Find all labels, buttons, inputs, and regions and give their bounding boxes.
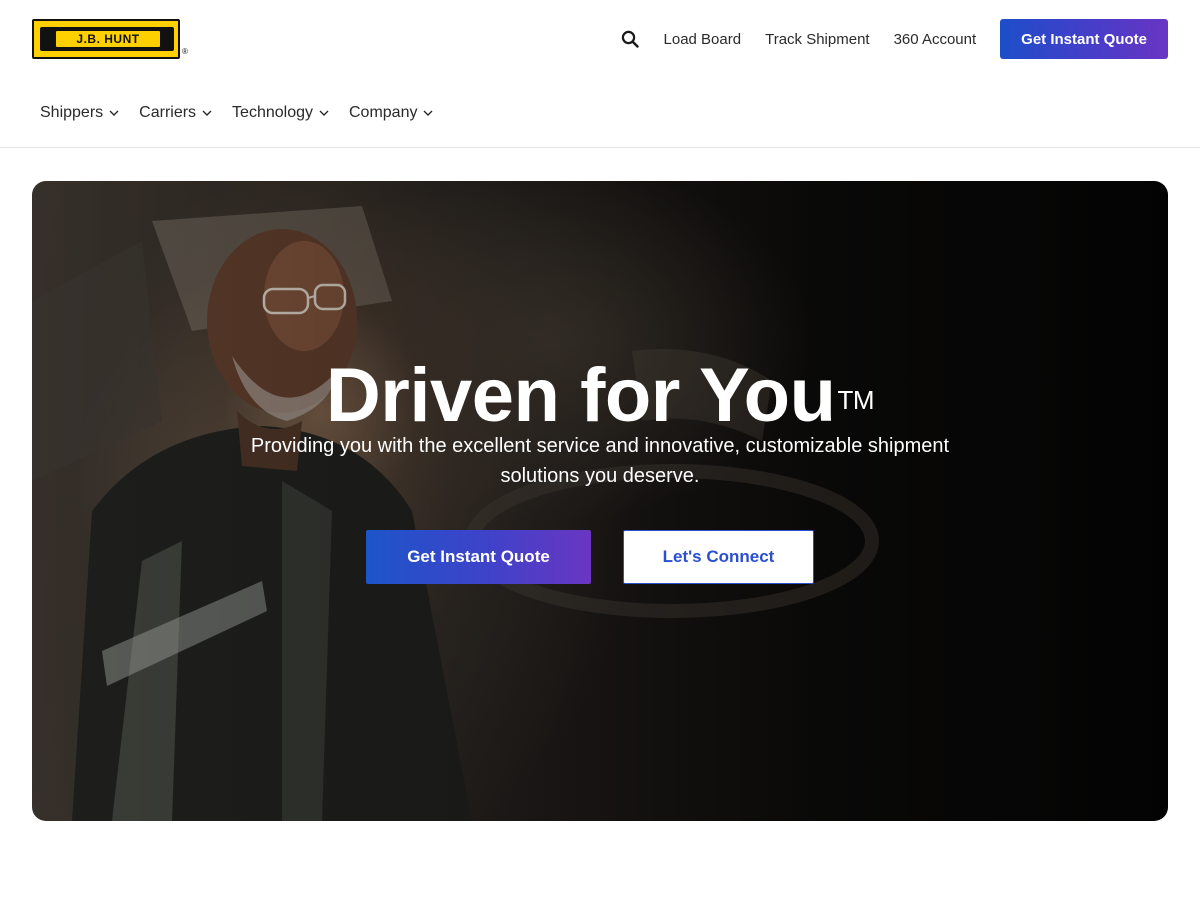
logo-text: J.B. HUNT xyxy=(56,31,160,47)
track-shipment-link[interactable]: Track Shipment xyxy=(765,31,869,48)
main-nav: Shippers Carriers Technology Company xyxy=(0,78,1200,148)
logo-badge: J.B. HUNT xyxy=(32,19,180,59)
search-icon[interactable] xyxy=(620,29,640,49)
hero-title-text: Driven for You xyxy=(325,353,836,438)
chevron-down-icon xyxy=(202,108,212,118)
nav-item-label: Technology xyxy=(232,104,313,121)
jb-hunt-logo[interactable]: J.B. HUNT ® xyxy=(32,19,192,61)
site-header: J.B. HUNT ® Load Board Track Shipment 36… xyxy=(0,0,1200,78)
nav-item-carriers[interactable]: Carriers xyxy=(139,102,212,124)
registered-mark: ® xyxy=(182,47,188,56)
header-get-instant-quote-button[interactable]: Get Instant Quote xyxy=(1000,19,1168,59)
utility-nav: Load Board Track Shipment 360 Account Ge… xyxy=(620,19,1168,59)
chevron-down-icon xyxy=(319,108,329,118)
nav-item-label: Carriers xyxy=(139,104,197,121)
nav-item-shippers[interactable]: Shippers xyxy=(40,102,119,124)
logo-stripes: J.B. HUNT xyxy=(40,27,174,51)
nav-item-technology[interactable]: Technology xyxy=(232,102,329,124)
hero-lets-connect-button[interactable]: Let's Connect xyxy=(623,530,814,584)
chevron-down-icon xyxy=(423,108,433,118)
hero-subtitle: Providing you with the excellent service… xyxy=(250,435,950,487)
hero-overlay xyxy=(32,181,1168,821)
trademark-mark: TM xyxy=(837,385,875,415)
hero-get-instant-quote-button[interactable]: Get Instant Quote xyxy=(366,530,591,584)
360-account-link[interactable]: 360 Account xyxy=(894,31,977,48)
chevron-down-icon xyxy=(109,108,119,118)
load-board-link[interactable]: Load Board xyxy=(664,31,742,48)
nav-item-label: Company xyxy=(349,104,418,121)
hero-title: Driven for YouTM xyxy=(32,353,1168,439)
nav-item-company[interactable]: Company xyxy=(349,102,433,124)
nav-item-label: Shippers xyxy=(40,104,104,121)
main-nav-list: Shippers Carriers Technology Company xyxy=(40,102,453,124)
hero-actions: Get Instant Quote Let's Connect xyxy=(366,530,814,584)
hero-banner: Driven for YouTM Providing you with the … xyxy=(32,181,1168,821)
